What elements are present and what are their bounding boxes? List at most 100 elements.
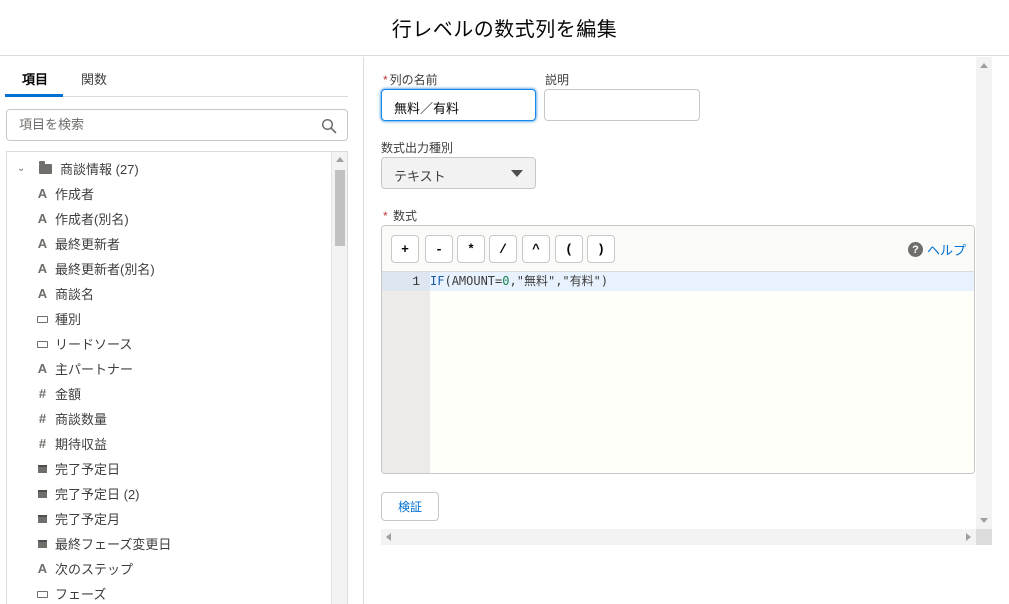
field-tree: ⌄ 商談情報 (27) A 作成者 A 作成者(別名) A 最終更新者 A 最終更新者(別名)… [6, 151, 348, 604]
number-icon: # [38, 411, 47, 426]
formula-form: * 列の名前 無料／有料 説明 数式出力種別 テキスト * 数式 + - * / … [365, 57, 1009, 604]
column-name-field[interactable]: 無料／有料 [381, 89, 536, 121]
tree-field-item[interactable]: 完了予定月 [35, 506, 120, 531]
text-icon: A [37, 286, 48, 301]
active-tab-indicator [5, 94, 63, 97]
help-icon: ? [907, 242, 923, 257]
help-link[interactable]: ? ヘルプ [907, 240, 966, 259]
tree-field-item[interactable]: A 商談名 [35, 281, 94, 306]
tree-scrollbar[interactable] [331, 152, 347, 604]
active-line: IF(AMOUNT=0,"無料","有料") [430, 272, 974, 291]
text-icon: A [37, 211, 48, 226]
tree-field-label: 最終更新者(別名) [55, 262, 155, 277]
tree-field-item[interactable]: A 最終更新者 [35, 231, 120, 256]
vertical-scrollbar[interactable] [976, 57, 992, 529]
operator-power-button[interactable]: ^ [522, 235, 550, 263]
tree-field-item[interactable]: 種別 [35, 306, 81, 331]
tree-field-item[interactable]: # 商談数量 [35, 406, 107, 431]
tree-field-label: 種別 [55, 312, 82, 327]
date-icon [35, 537, 50, 551]
validate-button[interactable]: 検証 [381, 492, 439, 521]
search-icon[interactable] [321, 118, 337, 134]
tree-field-item[interactable]: # 期待収益 [35, 431, 107, 456]
tree-field-label: 期待収益 [55, 437, 108, 452]
formula-editor: + - * / ^ ( ) ? ヘルプ 1 IF(AMOUNT=0,"無料","… [381, 225, 975, 474]
tree-field-label: 商談数量 [55, 412, 108, 427]
operator-multiply-button[interactable]: * [457, 235, 485, 263]
text-icon: A [37, 561, 48, 576]
tree-field-item[interactable]: 完了予定日 (2) [35, 481, 140, 506]
caret-down-icon [511, 170, 523, 177]
column-name-label: * 列の名前 [383, 73, 438, 87]
output-type-select[interactable]: テキスト [381, 157, 536, 189]
tab-bar: 項目 関数 [5, 57, 348, 97]
field-panel: 項目 関数 ⌄ 商談情報 (27) A 作成者 A 作成者(別名) A 最終更新者 A 最終更… [0, 57, 364, 604]
tree-field-label: 主パートナー [55, 362, 134, 377]
operator-toolbar: + - * / ^ ( ) ? ヘルプ [382, 226, 974, 272]
tree-field-item[interactable]: A 作成者 [35, 181, 94, 206]
folder-icon [39, 160, 52, 174]
tree-field-label: 金額 [55, 387, 82, 402]
tree-field-label: 商談名 [55, 287, 95, 302]
scroll-corner [976, 529, 992, 545]
number-icon: # [38, 386, 47, 401]
page-title: 行レベルの数式列を編集 [391, 19, 618, 41]
scroll-left-icon[interactable] [386, 533, 391, 541]
scroll-thumb[interactable] [335, 170, 345, 246]
line-number: 1 [382, 272, 430, 291]
tree-field-label: 作成者(別名) [55, 212, 129, 227]
tree-field-label: 完了予定月 [55, 512, 121, 527]
description-field[interactable] [544, 89, 700, 121]
date-icon [35, 487, 50, 501]
tree-field-item[interactable]: 最終フェーズ変更日 [35, 531, 171, 556]
scroll-up-icon[interactable] [336, 157, 344, 162]
date-icon [35, 462, 50, 476]
tree-field-label: 最終フェーズ変更日 [55, 537, 172, 552]
line-gutter [382, 272, 430, 473]
tree-field-label: 最終更新者 [55, 237, 121, 252]
description-label: 説明 [545, 73, 570, 87]
tree-field-label: 完了予定日 (2) [55, 487, 140, 502]
operator-divide-button[interactable]: / [489, 235, 517, 263]
date-icon [35, 512, 50, 526]
tree-field-item[interactable]: 完了予定日 [35, 456, 120, 481]
field-search [6, 109, 348, 141]
tree-field-item[interactable]: A 次のステップ [35, 556, 133, 581]
text-icon: A [37, 236, 48, 251]
scroll-right-icon[interactable] [966, 533, 971, 541]
picklist-icon [35, 587, 50, 601]
number-icon: # [38, 436, 47, 451]
text-icon: A [37, 186, 48, 201]
tree-field-item[interactable]: A 主パートナー [35, 356, 133, 381]
search-input[interactable] [19, 117, 309, 132]
horizontal-scrollbar[interactable] [381, 529, 976, 545]
help-label[interactable]: ヘルプ [927, 240, 966, 259]
picklist-icon [35, 312, 50, 326]
tree-field-label: 次のステップ [55, 562, 134, 577]
tree-field-label: 完了予定日 [55, 462, 121, 477]
tree-field-item[interactable]: A 最終更新者(別名) [35, 256, 155, 281]
tree-field-label: リードソース [55, 337, 133, 352]
operator-open-paren-button[interactable]: ( [555, 235, 583, 263]
tree-field-label: 作成者 [55, 187, 95, 202]
tree-field-item[interactable]: # 金額 [35, 381, 81, 406]
formula-label: * 数式 [383, 209, 418, 223]
tab-functions[interactable]: 関数 [81, 69, 107, 88]
operator-minus-button[interactable]: - [425, 235, 453, 263]
chevron-down-icon[interactable]: ⌄ [17, 163, 31, 174]
text-icon: A [37, 261, 48, 276]
output-type-label: 数式出力種別 [381, 141, 454, 155]
tab-fields[interactable]: 項目 [22, 69, 48, 88]
formula-code[interactable]: IF(AMOUNT=0,"無料","有料") [430, 272, 608, 291]
tree-field-item[interactable]: A 作成者(別名) [35, 206, 129, 231]
tree-group-opportunity[interactable]: ⌄ 商談情報 (27) [17, 156, 139, 181]
code-area[interactable]: IF(AMOUNT=0,"無料","有料") [430, 272, 974, 473]
operator-close-paren-button[interactable]: ) [587, 235, 615, 263]
text-icon: A [37, 361, 48, 376]
tree-field-item[interactable]: フェーズ [35, 581, 106, 604]
operator-plus-button[interactable]: + [391, 235, 419, 263]
scroll-up-icon[interactable] [980, 63, 988, 68]
scroll-down-icon[interactable] [980, 518, 988, 523]
modal-header: 行レベルの数式列を編集 [0, 0, 1009, 56]
tree-field-item[interactable]: リードソース [35, 331, 132, 356]
